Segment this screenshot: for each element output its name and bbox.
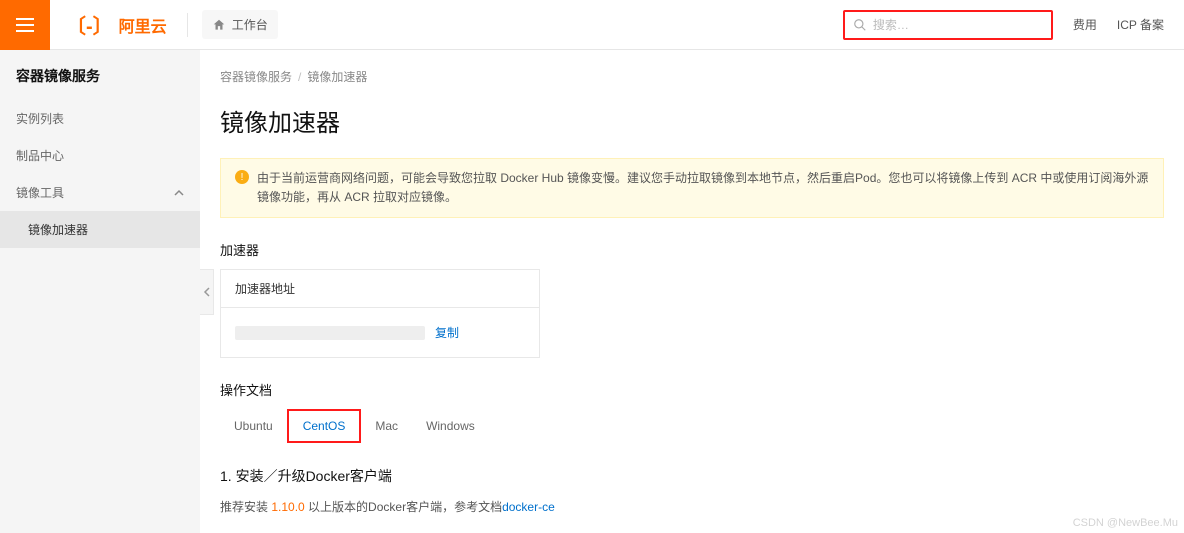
step1-title: 1. 安装／升级Docker客户端 <box>220 466 1164 486</box>
search-icon <box>853 18 867 32</box>
sidebar-title: 容器镜像服务 <box>0 66 200 100</box>
accelerator-box-body: 复制 <box>221 308 539 357</box>
alert-text: 由于当前运营商网络问题，可能会导致您拉取 Docker Hub 镜像变慢。建议您… <box>257 169 1149 207</box>
docs-heading: 操作文档 <box>220 380 1164 399</box>
chevron-up-icon <box>174 188 184 198</box>
header-divider <box>187 13 188 37</box>
breadcrumb-current: 镜像加速器 <box>307 68 367 85</box>
sidebar-item-artifacts[interactable]: 制品中心 <box>0 137 200 174</box>
hamburger-menu-button[interactable] <box>0 0 50 50</box>
sidebar-item-label: 制品中心 <box>16 147 64 164</box>
sidebar: 容器镜像服务 实例列表 制品中心 镜像工具 镜像加速器 <box>0 50 200 533</box>
hamburger-icon <box>16 18 34 32</box>
fee-link[interactable]: 费用 <box>1073 16 1097 33</box>
copy-button[interactable]: 复制 <box>435 324 459 341</box>
content-area: 容器镜像服务 / 镜像加速器 镜像加速器 ! 由于当前运营商网络问题，可能会导致… <box>200 50 1184 533</box>
workbench-button[interactable]: 工作台 <box>202 10 278 39</box>
step1-version: 1.10.0 <box>271 500 304 514</box>
main-layout: 容器镜像服务 实例列表 制品中心 镜像工具 镜像加速器 容器镜像服务 / 镜像加… <box>0 50 1184 533</box>
chevron-left-icon <box>203 287 211 297</box>
tab-centos[interactable]: CentOS <box>287 409 362 443</box>
os-tabs: Ubuntu CentOS Mac Windows <box>220 409 1164 444</box>
docker-ce-link[interactable]: docker-ce <box>502 500 555 514</box>
accelerator-heading: 加速器 <box>220 240 1164 259</box>
workbench-label: 工作台 <box>232 16 268 33</box>
tab-windows[interactable]: Windows <box>412 411 489 441</box>
step1-text: 推荐安装 1.10.0 以上版本的Docker客户端，参考文档docker-ce <box>220 496 1164 519</box>
breadcrumb-root[interactable]: 容器镜像服务 <box>220 68 292 85</box>
alert-banner: ! 由于当前运营商网络问题，可能会导致您拉取 Docker Hub 镜像变慢。建… <box>220 158 1164 218</box>
sidebar-sub-accelerator[interactable]: 镜像加速器 <box>0 211 200 248</box>
page-title: 镜像加速器 <box>220 103 1164 138</box>
accelerator-address-redacted <box>235 326 425 340</box>
breadcrumb-sep: / <box>298 70 301 84</box>
home-icon <box>212 18 226 32</box>
sidebar-item-tools[interactable]: 镜像工具 <box>0 174 200 211</box>
sidebar-sub-label: 镜像加速器 <box>28 223 88 237</box>
tab-mac[interactable]: Mac <box>361 411 412 441</box>
accelerator-box: 加速器地址 复制 <box>220 269 540 358</box>
sidebar-collapse-handle[interactable] <box>200 269 214 315</box>
logo-text: 阿里云 <box>119 13 167 37</box>
icp-link[interactable]: ICP 备案 <box>1117 16 1164 33</box>
search-box[interactable] <box>843 10 1053 40</box>
warning-icon: ! <box>235 170 249 184</box>
breadcrumb: 容器镜像服务 / 镜像加速器 <box>220 68 1164 85</box>
logo-bracket-icon: 〔-〕 <box>66 10 113 39</box>
step1-pre: 推荐安装 <box>220 500 271 514</box>
aliyun-logo[interactable]: 〔-〕 阿里云 <box>50 0 183 50</box>
watermark: CSDN @NewBee.Mu <box>1073 517 1178 529</box>
search-input[interactable] <box>873 18 1043 32</box>
top-header: 〔-〕 阿里云 工作台 费用 ICP 备案 <box>0 0 1184 50</box>
sidebar-item-instances[interactable]: 实例列表 <box>0 100 200 137</box>
tab-ubuntu[interactable]: Ubuntu <box>220 411 287 441</box>
sidebar-item-label: 实例列表 <box>16 110 64 127</box>
sidebar-item-label: 镜像工具 <box>16 184 64 201</box>
accelerator-box-title: 加速器地址 <box>221 270 539 308</box>
step1-mid: 以上版本的Docker客户端，参考文档 <box>305 500 502 514</box>
